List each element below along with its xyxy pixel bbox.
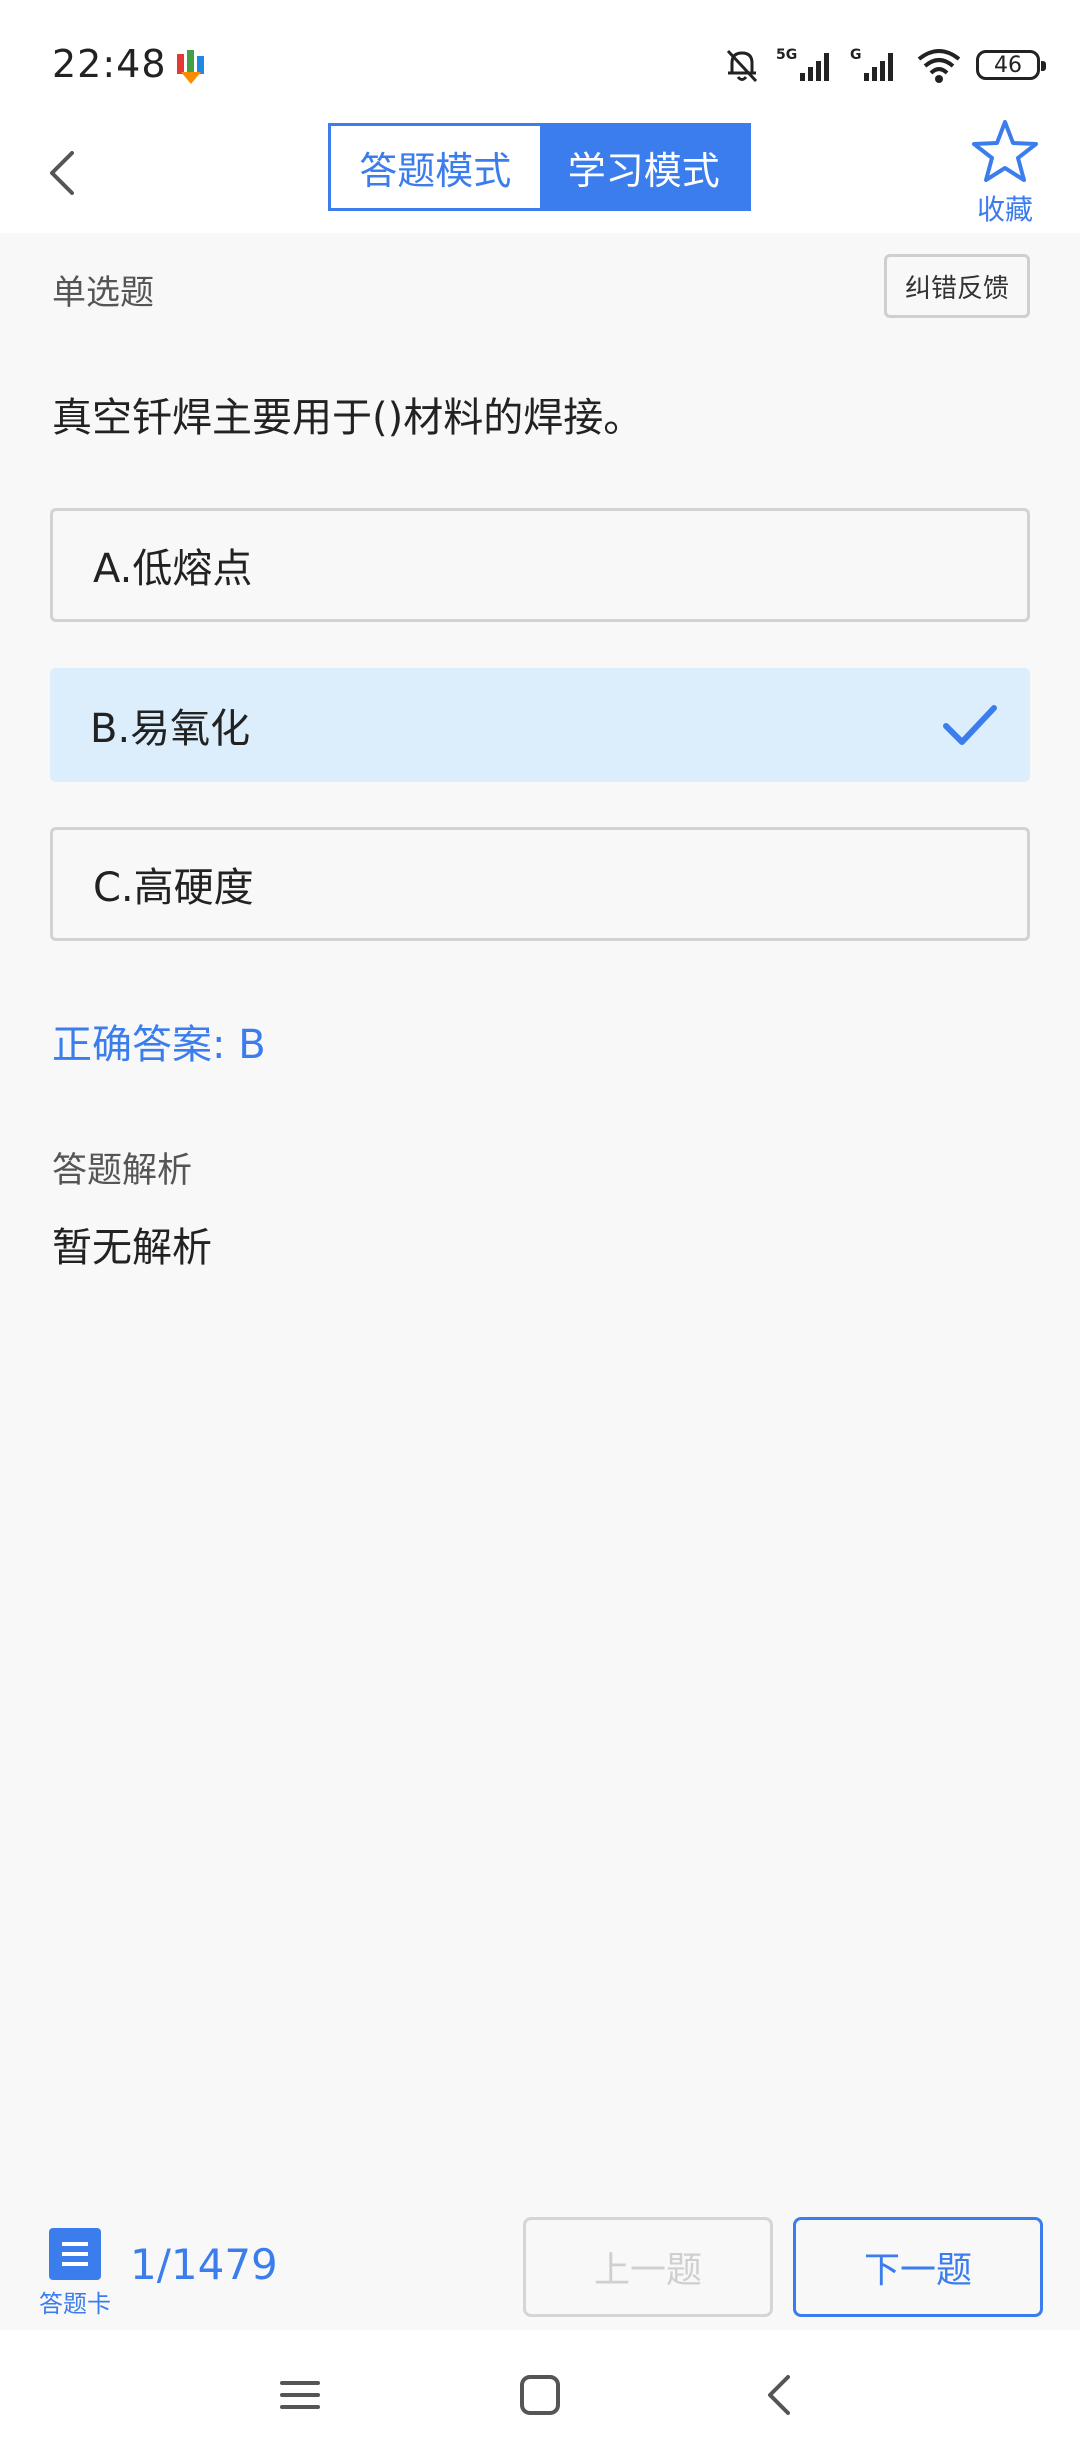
question-text: 真空钎焊主要用于()材料的焊接。 [52, 395, 644, 441]
bottom-bar: 答题卡 1/1479 上一题 下一题 [0, 2195, 1080, 2330]
g-signal-icon: G [850, 47, 893, 81]
question-type-label: 单选题 [52, 273, 154, 313]
system-nav-bar [0, 2330, 1080, 2460]
next-question-button[interactable]: 下一题 [793, 2217, 1043, 2317]
analysis-title: 答题解析 [52, 1151, 193, 1191]
favorite-button[interactable]: 收藏 [965, 118, 1045, 228]
wifi-icon [917, 49, 961, 83]
option-c[interactable]: C.高硬度 [50, 827, 1030, 941]
option-label: C.高硬度 [93, 865, 254, 911]
app-notification-icon [177, 50, 204, 84]
mode-switch: 答题模式 学习模式 [328, 123, 751, 211]
menu-icon[interactable] [270, 2365, 330, 2425]
svg-text:5G: 5G [776, 47, 797, 63]
battery-icon: 46 [976, 50, 1046, 80]
analysis-text: 暂无解析 [52, 1225, 212, 1271]
question-progress: 1/1479 [130, 2240, 278, 2289]
option-label: B.易氧化 [90, 706, 251, 752]
check-icon [943, 705, 997, 745]
star-icon [972, 120, 1038, 182]
tab-study-mode[interactable]: 学习模式 [539, 126, 748, 208]
status-bar: 22:48 5G G 46 [0, 0, 1080, 118]
option-b[interactable]: B.易氧化 [50, 668, 1030, 782]
tab-answer-mode[interactable]: 答题模式 [331, 126, 540, 208]
5g-signal-icon: 5G [776, 47, 829, 81]
status-time: 22:48 [52, 42, 167, 86]
correct-answer: 正确答案: B [52, 1022, 266, 1068]
option-label: A.低熔点 [93, 546, 253, 592]
favorite-label: 收藏 [976, 193, 1033, 226]
svg-text:G: G [850, 47, 862, 63]
option-a[interactable]: A.低熔点 [50, 508, 1030, 622]
answer-card-label: 答题卡 [39, 2290, 111, 2318]
error-feedback-button[interactable]: 纠错反馈 [884, 254, 1030, 318]
system-back-icon[interactable] [750, 2365, 810, 2425]
answer-card-icon [49, 2228, 101, 2280]
mute-bell-icon [726, 49, 758, 83]
header: 答题模式 学习模式 收藏 [0, 118, 1080, 233]
previous-question-button[interactable]: 上一题 [523, 2217, 773, 2317]
battery-level: 46 [994, 52, 1022, 78]
back-button[interactable] [30, 138, 100, 208]
status-icons: 5G G 46 [722, 42, 1046, 88]
answer-card-button[interactable]: 答题卡 [35, 2228, 115, 2318]
home-icon[interactable] [510, 2365, 570, 2425]
